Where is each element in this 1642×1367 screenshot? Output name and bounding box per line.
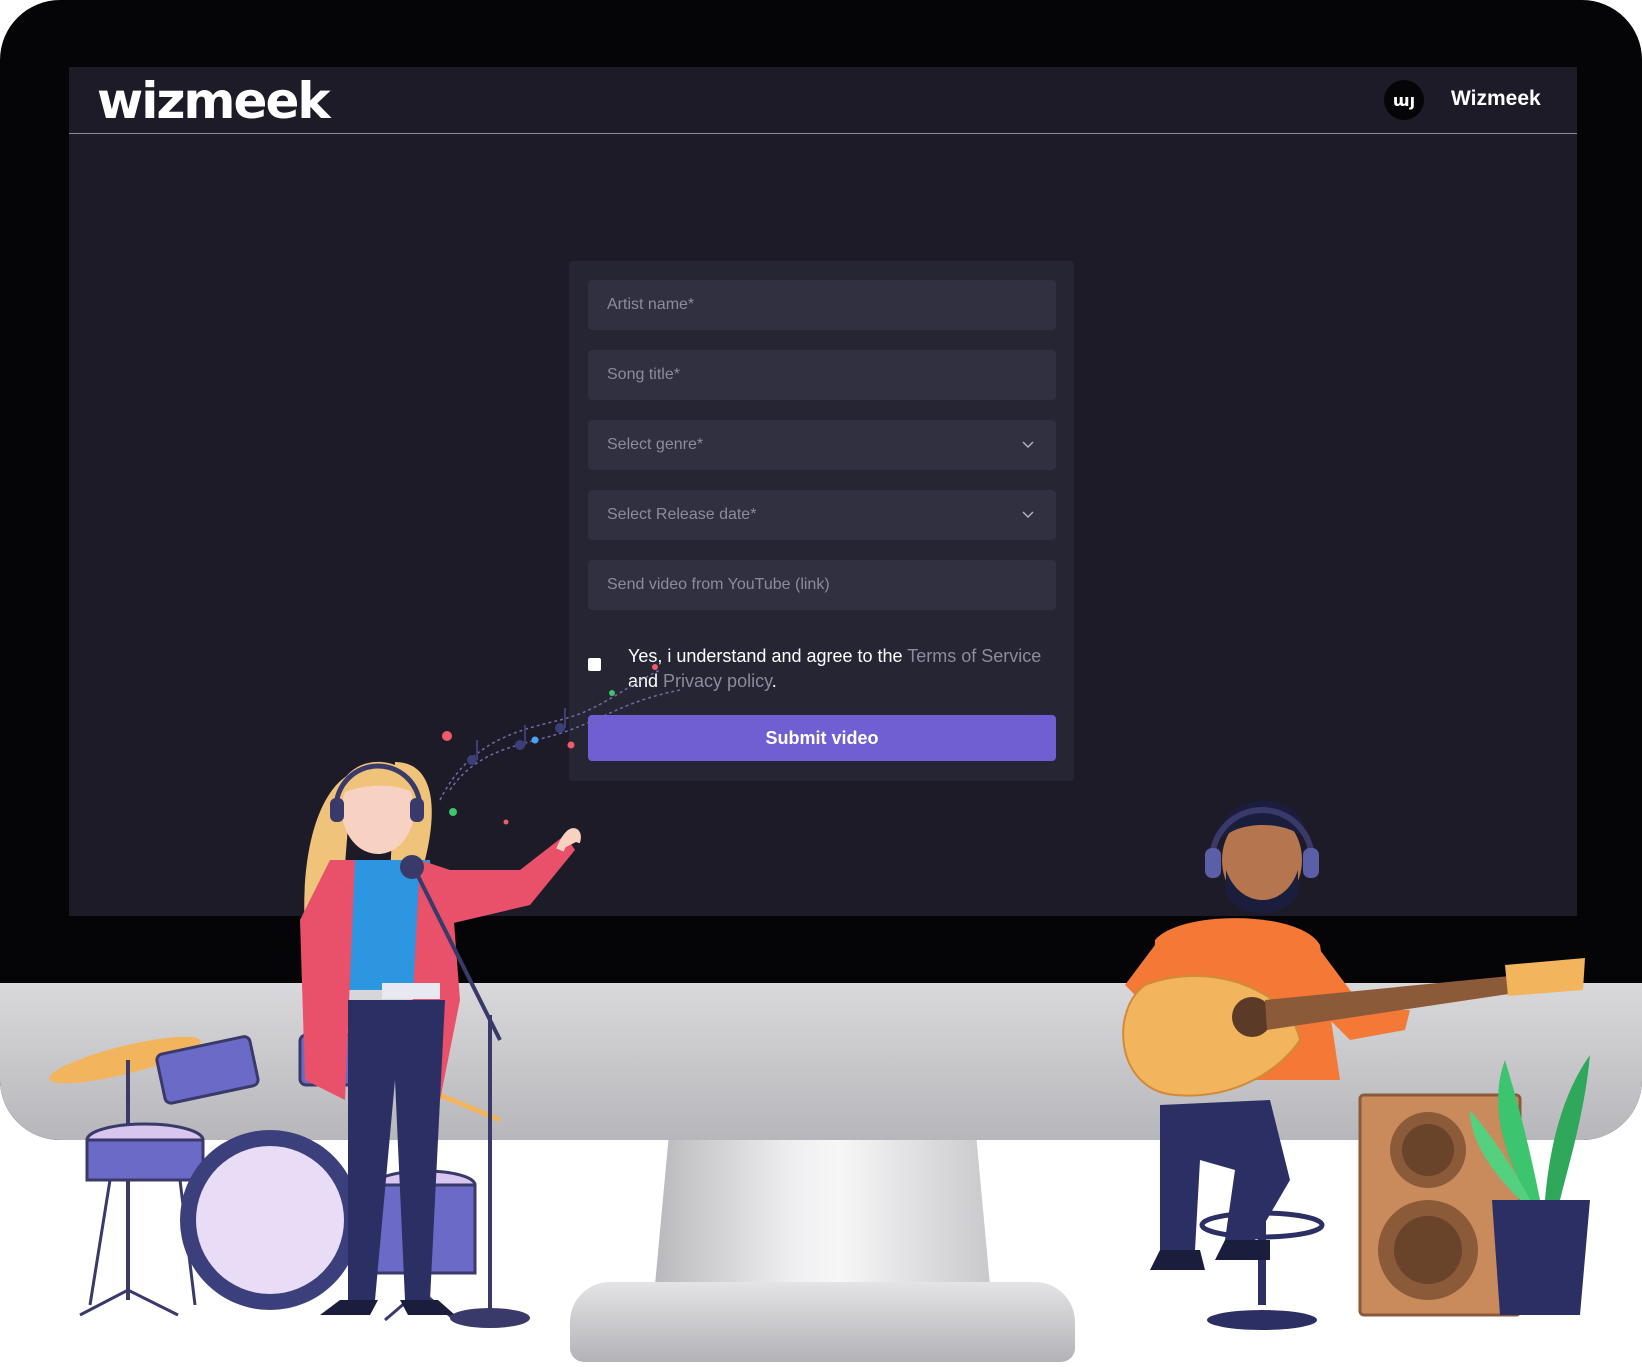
- guitarist-illustration: [1122, 800, 1590, 1330]
